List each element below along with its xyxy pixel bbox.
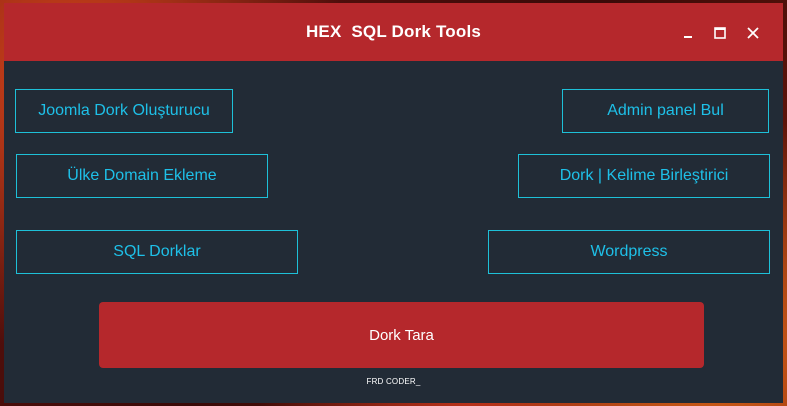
title-bar[interactable]: HEX SQL Dork Tools — [4, 3, 783, 61]
maximize-button[interactable] — [708, 22, 732, 44]
maximize-icon — [714, 27, 726, 39]
country-domain-button[interactable]: Ülke Domain Ekleme — [16, 154, 268, 198]
dork-merge-button[interactable]: Dork | Kelime Birleştirici — [518, 154, 770, 198]
admin-panel-button[interactable]: Admin panel Bul — [562, 89, 769, 133]
minimize-button[interactable] — [676, 22, 700, 44]
app-window: HEX SQL Dork Tools Joomla Dork Oluşturuc… — [4, 3, 783, 403]
window-title: HEX SQL Dork Tools — [305, 22, 482, 41]
minimize-icon — [684, 36, 692, 38]
wordpress-button[interactable]: Wordpress — [488, 230, 770, 274]
dork-scan-button[interactable]: Dork Tara — [99, 302, 704, 368]
sql-dorks-button[interactable]: SQL Dorklar — [16, 230, 298, 274]
close-icon — [747, 27, 759, 39]
close-button[interactable] — [741, 22, 765, 44]
footer-credit: FRD CODER_ — [366, 377, 421, 386]
joomla-dork-button[interactable]: Joomla Dork Oluşturucu — [15, 89, 233, 133]
